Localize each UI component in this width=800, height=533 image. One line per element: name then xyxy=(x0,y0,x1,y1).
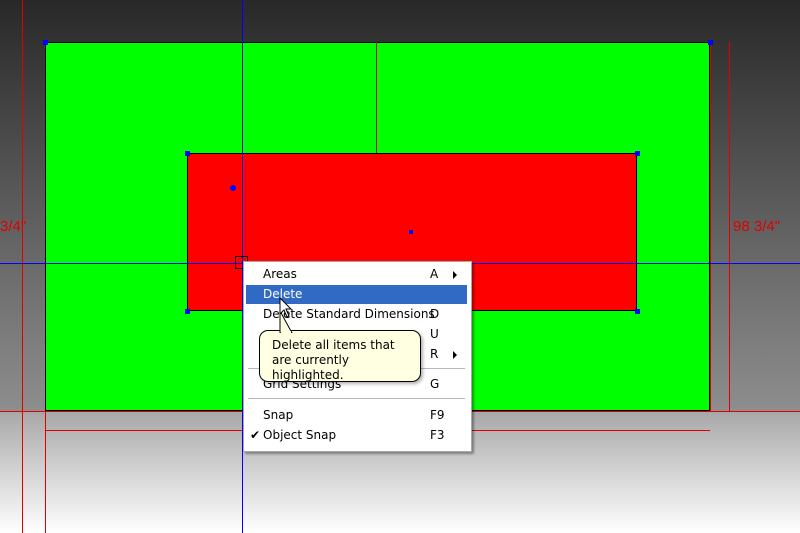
menu-item-shortcut: R xyxy=(430,347,439,361)
dimension-line xyxy=(710,42,711,411)
menu-item-snap[interactable]: Snap F9 xyxy=(246,406,467,425)
menu-item-label: Object Snap xyxy=(263,428,337,442)
dimension-label-right: 98 3/4" xyxy=(733,218,781,235)
menu-item-label: Snap xyxy=(263,408,294,422)
menu-item-shortcut: F9 xyxy=(430,408,445,422)
vertex-handle[interactable] xyxy=(230,185,236,191)
vertex-handle[interactable] xyxy=(635,151,640,156)
vertex-handle[interactable] xyxy=(708,40,713,45)
submenu-arrow-icon xyxy=(453,351,457,359)
dimension-line xyxy=(376,42,377,153)
vertex-handle[interactable] xyxy=(43,40,48,45)
menu-item-shortcut: D xyxy=(430,307,440,321)
tooltip-text: Delete all items that are currently high… xyxy=(272,338,395,382)
dimension-line xyxy=(729,42,730,411)
vertex-handle[interactable] xyxy=(185,309,190,314)
dimension-line xyxy=(22,0,23,533)
menu-item-object-snap[interactable]: ✔ Object Snap F3 xyxy=(246,426,467,445)
menu-item-shortcut: F3 xyxy=(430,428,445,442)
vertex-handle[interactable] xyxy=(185,151,190,156)
menu-item-shortcut: A xyxy=(430,267,439,281)
menu-item-label: Areas xyxy=(263,267,297,281)
vertex-handle[interactable] xyxy=(635,309,640,314)
menu-item-areas[interactable]: Areas A xyxy=(246,265,467,284)
menu-item-shortcut: G xyxy=(430,377,440,391)
vertex-handle[interactable] xyxy=(409,230,413,234)
menu-separator xyxy=(248,398,465,399)
checkmark-icon: ✔ xyxy=(250,428,261,442)
menu-item-shortcut: U xyxy=(430,327,439,341)
tooltip-balloon: Delete all items that are currently high… xyxy=(259,310,421,382)
submenu-arrow-icon xyxy=(453,271,457,279)
mouse-pointer-icon xyxy=(279,297,293,318)
dimension-label-left: 3/4" xyxy=(0,218,27,235)
